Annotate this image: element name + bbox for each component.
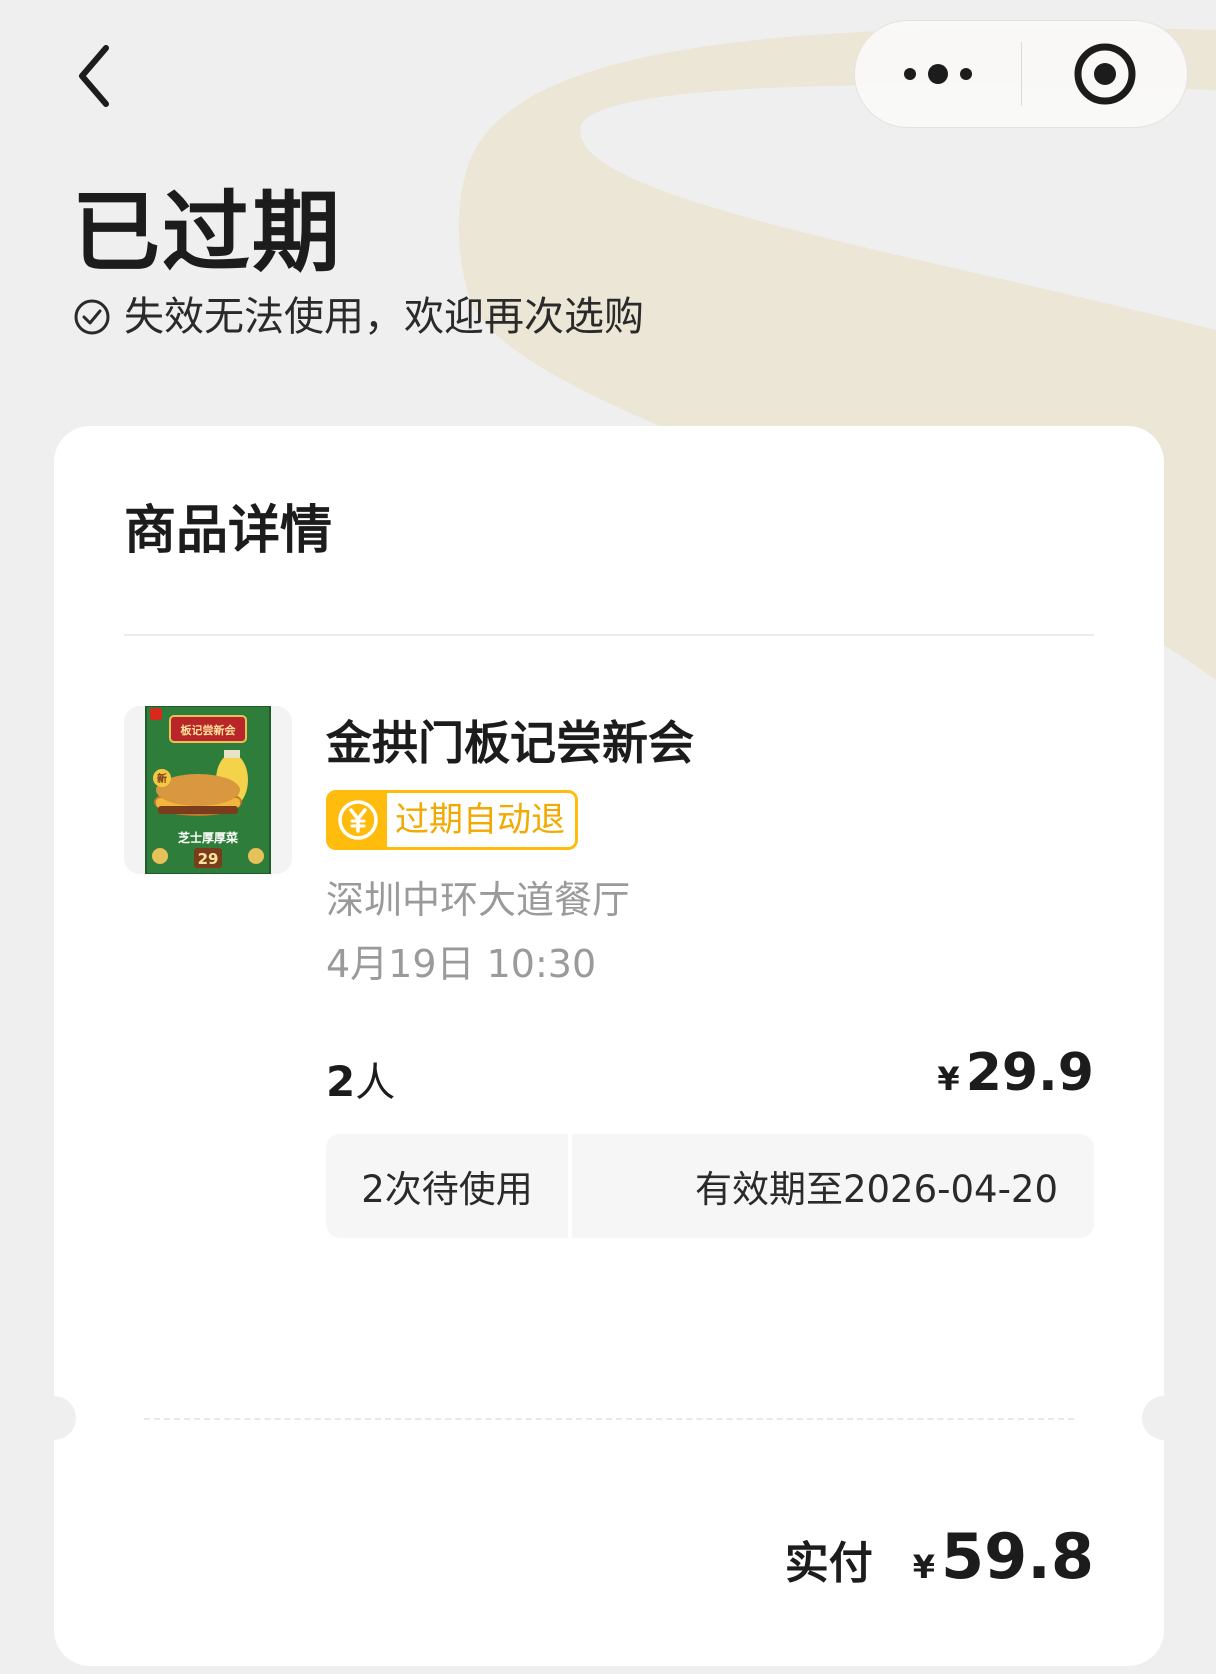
quantity: 2人	[326, 1052, 395, 1113]
dashed-divider	[144, 1418, 1074, 1420]
check-circle-icon	[74, 299, 110, 335]
mini-program-capsule	[854, 20, 1188, 128]
poster-title: 板记尝新会	[181, 723, 237, 737]
card-header: 商品详情	[124, 501, 333, 561]
price-currency: ¥	[937, 1060, 960, 1098]
total-paid: 实付 ¥ 59.8	[785, 1520, 1094, 1593]
poster-caption: 芝士厚厚菜	[178, 830, 238, 845]
target-close-icon	[1074, 43, 1135, 105]
poster-badge: 新	[157, 772, 167, 785]
refund-icon-box	[329, 793, 387, 847]
product-image[interactable]: 板记尝新会 新 芝士厚厚菜 29	[124, 706, 292, 874]
quantity-unit: 人	[355, 1060, 396, 1106]
auto-refund-label: 过期自动退	[387, 793, 575, 847]
validity-date: 有效期至2026-04-20	[572, 1134, 1094, 1238]
total-label: 实付	[784, 1538, 873, 1589]
header-divider	[124, 634, 1094, 636]
card-notch-right	[1142, 1396, 1186, 1440]
price-value: 29.9	[965, 1043, 1094, 1103]
status-subtitle-text: 失效无法使用，欢迎再次选购	[124, 294, 644, 340]
status-title: 已过期	[72, 181, 343, 284]
card-notch-left	[32, 1396, 76, 1440]
close-button[interactable]	[1022, 21, 1187, 127]
usage-remaining: 2次待使用	[326, 1134, 568, 1238]
total-currency: ¥	[912, 1548, 936, 1586]
order-card: 商品详情 板记尝新会 新 芝士厚厚菜 29 金拱门板记尝新会 过期自动退 深圳中…	[32, 426, 1186, 1666]
yen-coin-icon	[338, 800, 378, 840]
poster-price: 29	[198, 850, 219, 868]
more-dots-icon	[904, 64, 972, 84]
more-button[interactable]	[855, 21, 1021, 127]
quantity-number: 2	[326, 1057, 356, 1106]
total-amount: 59.8	[941, 1520, 1094, 1593]
back-button[interactable]	[66, 40, 122, 112]
product-name[interactable]: 金拱门板记尝新会	[326, 712, 694, 774]
chevron-left-icon	[79, 45, 109, 107]
product-poster: 板记尝新会 新 芝士厚厚菜 29	[145, 706, 271, 874]
unit-price: ¥29.9	[937, 1038, 1094, 1120]
usage-info: 2次待使用 有效期至2026-04-20	[326, 1134, 1094, 1238]
store-name: 深圳中环大道餐厅	[326, 878, 631, 922]
status-subtitle: 失效无法使用，欢迎再次选购	[72, 292, 644, 342]
order-time: 4月19日 10:30	[326, 942, 597, 986]
auto-refund-tag: 过期自动退	[326, 790, 578, 850]
